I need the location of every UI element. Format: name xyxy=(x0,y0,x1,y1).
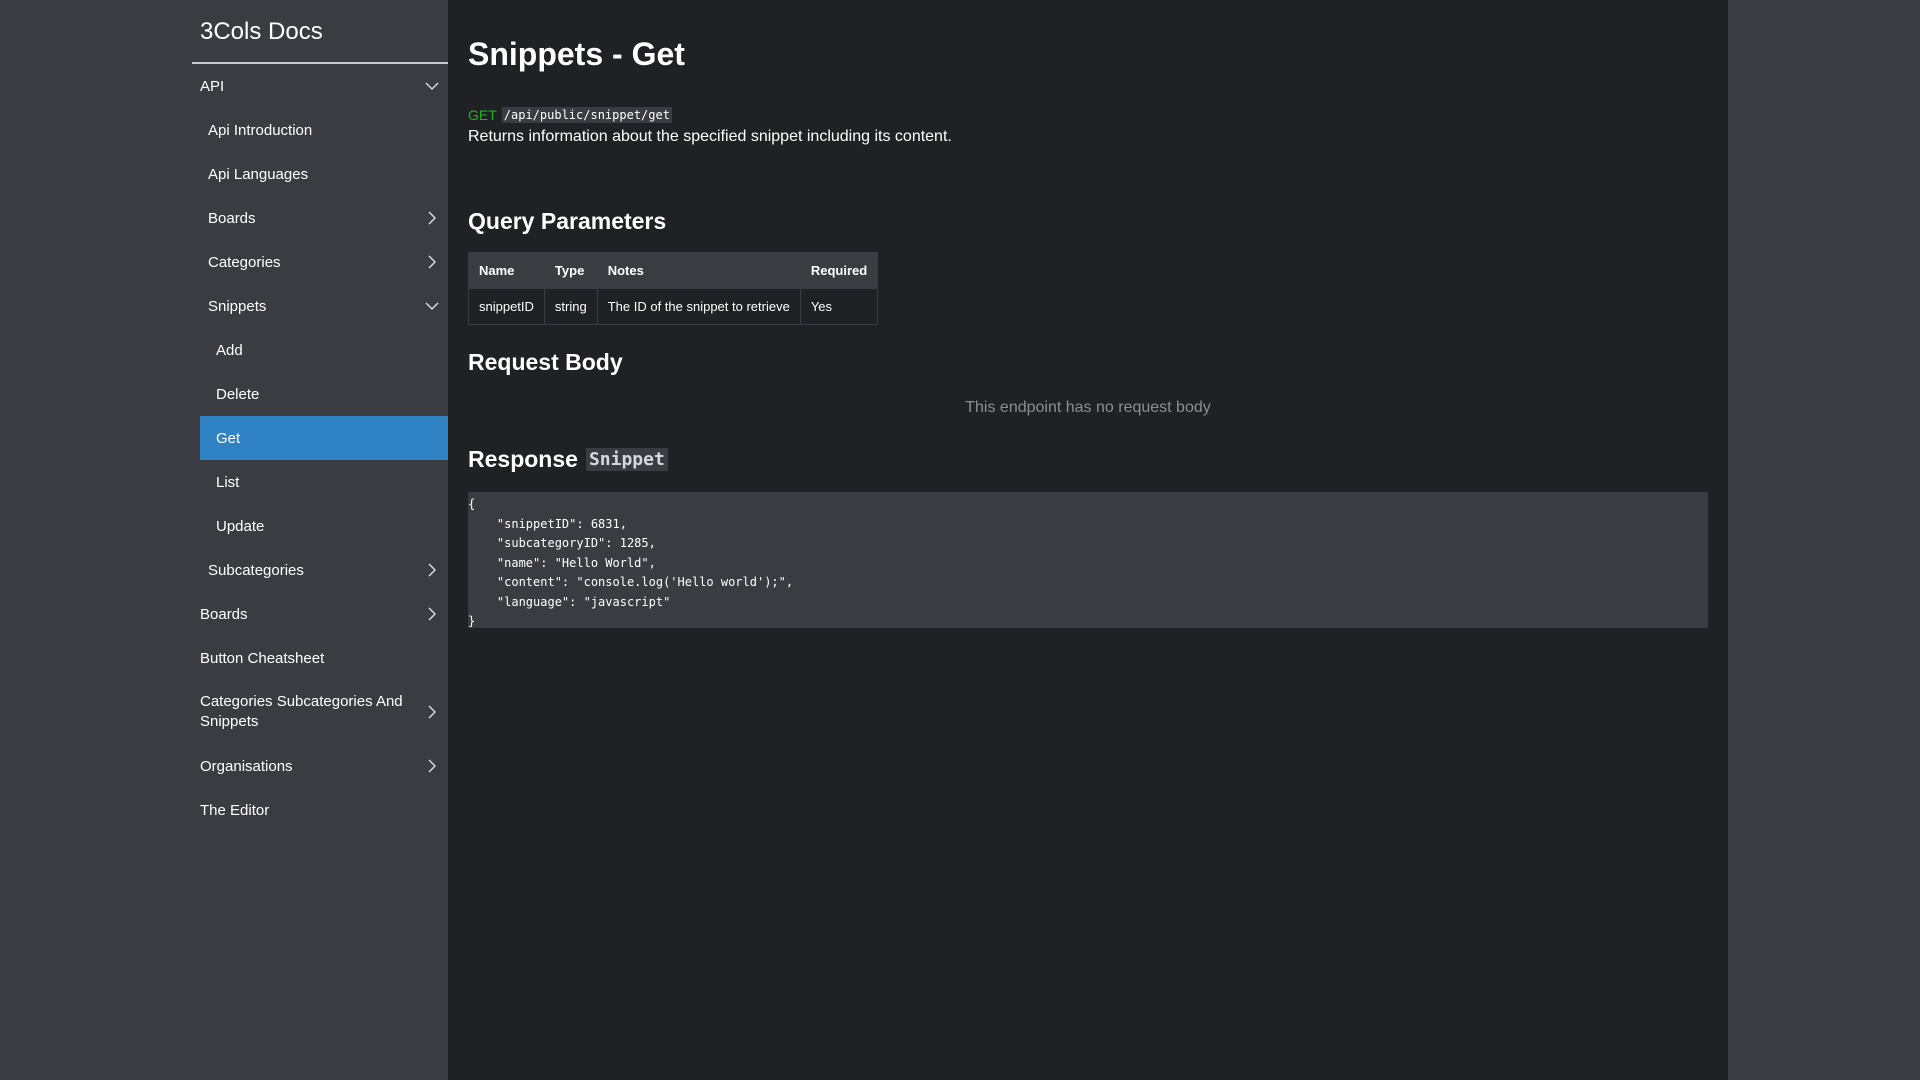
sidebar-item-label: Button Cheatsheet xyxy=(200,649,325,667)
sidebar: 3Cols Docs API Api Introduction Api Lang… xyxy=(192,0,448,1080)
chevron-down-icon[interactable] xyxy=(424,78,440,94)
code-line: "snippetID": 6831, xyxy=(468,516,627,531)
sidebar-item-boards[interactable]: Boards xyxy=(192,592,448,636)
query-parameters-table: Name Type Notes Required snippetID strin… xyxy=(468,252,879,325)
code-line: "language": "javascript" xyxy=(468,594,671,609)
sidebar-item-subcategories[interactable]: Subcategories xyxy=(192,548,448,592)
sidebar-item-label: List xyxy=(216,473,240,491)
code-line: { xyxy=(468,497,476,511)
sidebar-item-label: Api Introduction xyxy=(208,121,313,139)
table-header-row: Name Type Notes Required xyxy=(468,252,879,289)
app-title[interactable]: 3Cols Docs xyxy=(192,0,448,64)
endpoint-path: /api/public/snippet/get xyxy=(501,107,672,123)
column-header: Type xyxy=(543,252,598,289)
sidebar-item-organisations[interactable]: Organisations xyxy=(192,744,448,788)
table-cell: string xyxy=(543,288,598,325)
sidebar-item-api-categories[interactable]: Categories xyxy=(192,240,448,284)
empty-request-body-text: This endpoint has no request body xyxy=(965,399,1211,416)
sidebar-item-api[interactable]: API xyxy=(192,64,448,108)
code-line: } xyxy=(468,614,476,628)
sidebar-item-delete[interactable]: Delete xyxy=(192,372,448,416)
sidebar-item-label: Add xyxy=(216,341,243,359)
sidebar-item-categories-subcategories-snippets[interactable]: Categories Subcategories And Snippets xyxy=(192,680,448,744)
sidebar-item-button-cheatsheet[interactable]: Button Cheatsheet xyxy=(192,636,448,680)
sidebar-item-the-editor[interactable]: The Editor xyxy=(192,788,448,832)
http-method: GET xyxy=(468,107,497,123)
sidebar-item-label: Get xyxy=(216,429,241,447)
chevron-down-icon[interactable] xyxy=(424,298,440,314)
sidebar-item-label: Update xyxy=(216,517,265,535)
endpoint-line: GET /api/public/snippet/get xyxy=(468,106,1708,124)
table-row: snippetID string The ID of the snippet t… xyxy=(468,288,879,325)
table-cell: The ID of the snippet to retrieve xyxy=(596,288,801,325)
query-parameters-heading: Query Parameters xyxy=(468,208,667,234)
chevron-right-icon[interactable] xyxy=(424,562,440,578)
response-heading: Response Snippet xyxy=(468,443,1708,475)
sidebar-item-api-languages[interactable]: Api Languages xyxy=(192,152,448,196)
page-title: Snippets - Get xyxy=(468,36,685,72)
response-heading-label: Response xyxy=(468,445,578,472)
response-code-block: { "snippetID": 6831, "subcategoryID": 12… xyxy=(468,492,1708,628)
sidebar-nav: API Api Introduction Api Languages Board… xyxy=(192,64,448,832)
main-content: Snippets - Get GET /api/public/snippet/g… xyxy=(448,0,1728,1080)
sidebar-item-label: Organisations xyxy=(200,757,293,775)
chevron-right-icon[interactable] xyxy=(424,758,440,774)
sidebar-item-label: Categories Subcategories And Snippets xyxy=(200,693,403,730)
request-body-heading: Request Body xyxy=(468,349,623,375)
sidebar-item-label: Boards xyxy=(208,209,256,227)
chevron-right-icon[interactable] xyxy=(424,606,440,622)
table-cell: Yes xyxy=(799,288,879,325)
sidebar-item-list[interactable]: List xyxy=(192,460,448,504)
sidebar-item-label: API xyxy=(200,77,225,95)
table-cell: snippetID xyxy=(468,288,545,325)
sidebar-item-label: Delete xyxy=(216,385,260,403)
sidebar-item-label: Subcategories xyxy=(208,561,304,579)
column-header: Required xyxy=(799,252,879,289)
sidebar-item-snippets[interactable]: Snippets xyxy=(192,284,448,328)
response-model-name: Snippet xyxy=(585,447,668,471)
sidebar-item-label: Api Languages xyxy=(208,165,309,183)
sidebar-item-add[interactable]: Add xyxy=(192,328,448,372)
column-header: Notes xyxy=(596,252,801,289)
sidebar-item-label: The Editor xyxy=(200,801,270,819)
sidebar-item-update[interactable]: Update xyxy=(192,504,448,548)
endpoint-description: Returns information about the specified … xyxy=(468,128,952,145)
code-line: "name": "Hello World", xyxy=(468,555,656,570)
chevron-right-icon[interactable] xyxy=(424,210,440,226)
sidebar-item-label: Snippets xyxy=(208,297,267,315)
chevron-right-icon[interactable] xyxy=(424,254,440,270)
code-line: "content": "console.log('Hello world');"… xyxy=(468,575,794,589)
column-header: Name xyxy=(468,252,545,289)
sidebar-item-label: Boards xyxy=(200,605,248,623)
chevron-right-icon[interactable] xyxy=(424,704,440,720)
sidebar-item-get[interactable]: Get xyxy=(200,416,448,460)
code-line: "subcategoryID": 1285, xyxy=(468,536,656,550)
sidebar-item-api-boards[interactable]: Boards xyxy=(192,196,448,240)
sidebar-item-api-introduction[interactable]: Api Introduction xyxy=(192,108,448,152)
sidebar-item-label: Categories xyxy=(208,253,281,271)
